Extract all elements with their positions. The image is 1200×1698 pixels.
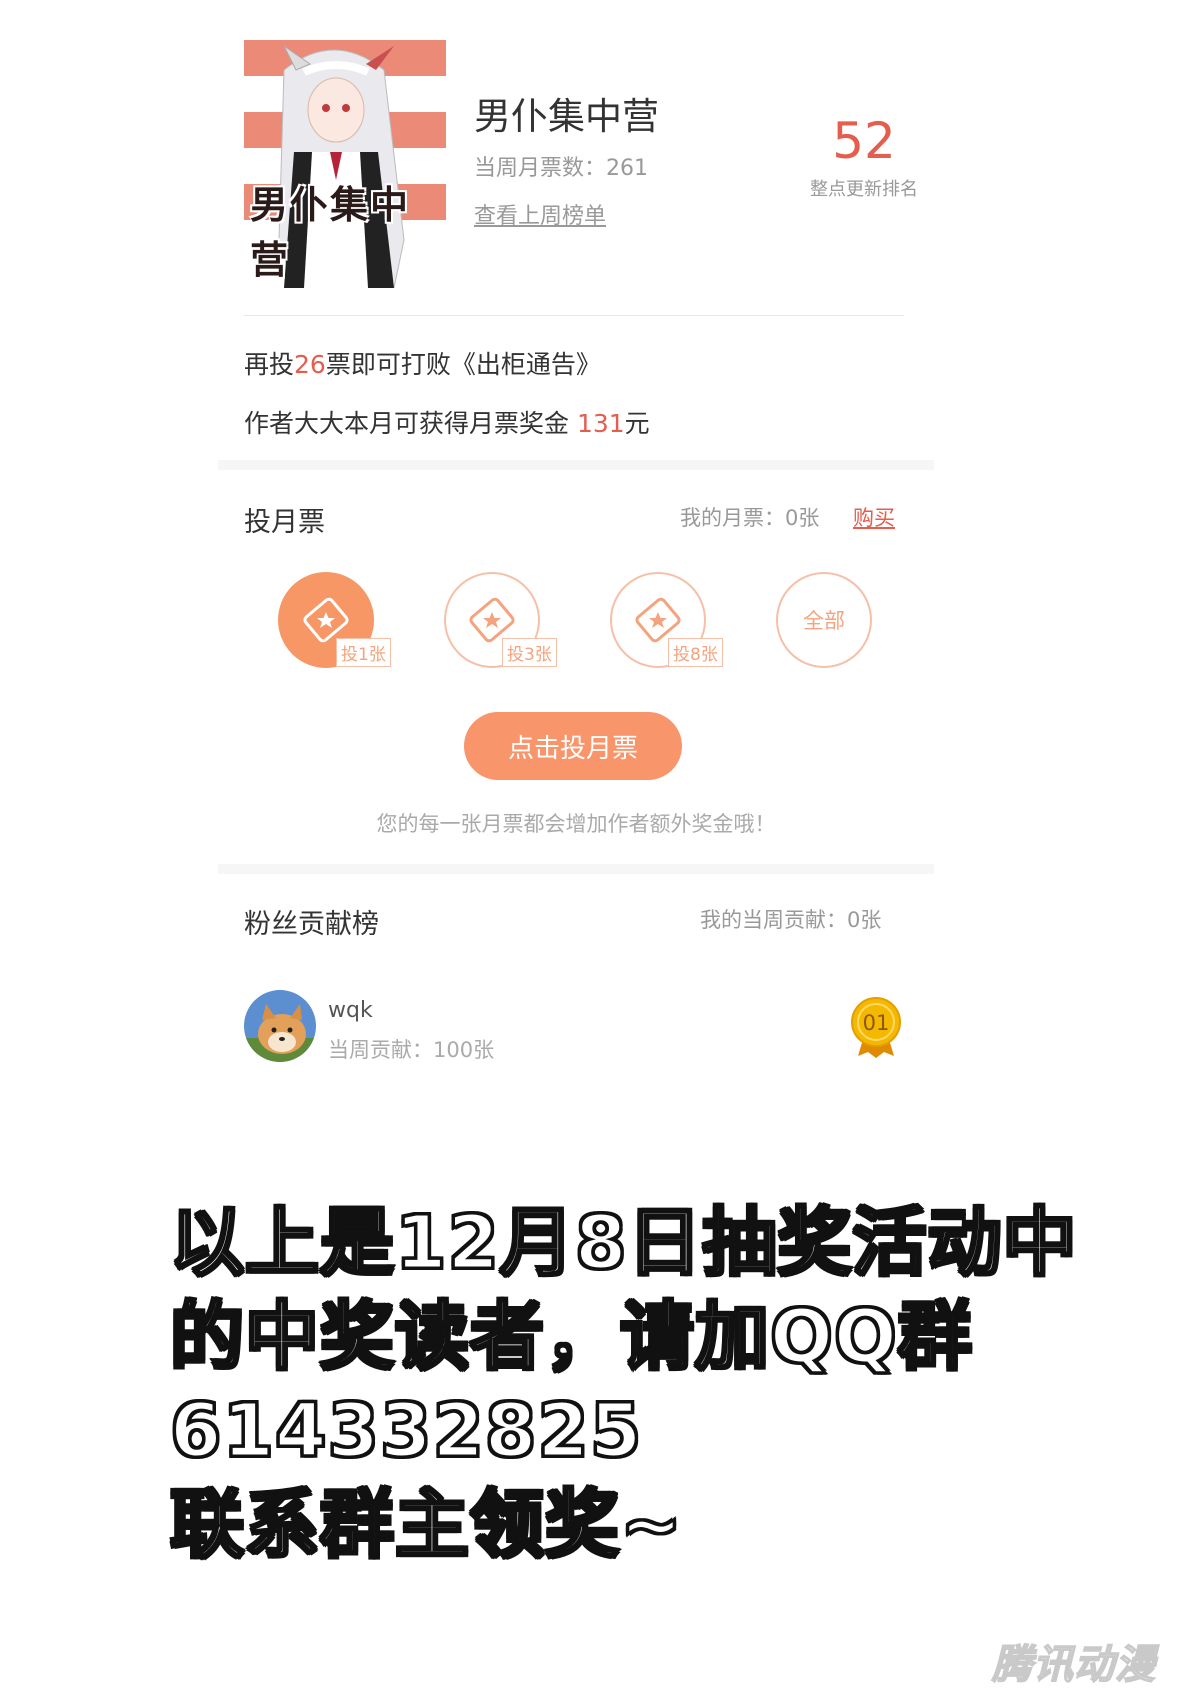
vote-badge: 投1张: [336, 638, 391, 667]
notice-text: 作者大大本月可获得月票奖金: [244, 409, 577, 438]
votes-needed: 26: [294, 350, 326, 379]
notice-beat-comic: 再投26票即可打败《出柜通告》: [244, 345, 601, 381]
my-tickets-count: 我的月票：0张: [680, 506, 820, 530]
my-weekly-contribution: 我的当周贡献：0张: [700, 908, 882, 932]
fan-name: wqk: [328, 998, 373, 1023]
comic-title: 男仆集中营: [474, 95, 659, 138]
notice-text: 票即可打败《出柜通告》: [325, 350, 601, 379]
gold-medal-icon: 01: [851, 997, 901, 1058]
notice-text: 元: [624, 409, 650, 438]
announcement-line: 614332825: [169, 1387, 643, 1476]
watermark-logo: 腾讯动漫: [991, 1641, 1156, 1689]
fans-ranking-title: 粉丝贡献榜: [244, 909, 379, 940]
announcement-line: 联系群主领奖~: [169, 1481, 684, 1570]
avatar[interactable]: [244, 990, 316, 1062]
rank-caption: 整点更新排名: [810, 179, 918, 200]
vote-option-1[interactable]: 投1张: [278, 572, 391, 668]
buy-tickets-link[interactable]: 购买: [853, 502, 895, 532]
bonus-amount: 131: [576, 409, 625, 438]
comic-header: 男仆集中营 男仆集中营 当周月票数：261 查看上周榜单 52 整点更新排名: [244, 40, 918, 290]
last-week-ranking-link[interactable]: 查看上周榜单: [474, 198, 606, 230]
announcement-line: 以上是12月8日抽奖活动中: [169, 1199, 1078, 1288]
cover-title-text: 男仆集中营: [250, 183, 411, 282]
notice-author-bonus: 作者大大本月可获得月票奖金 131元: [244, 404, 650, 440]
shiba-avatar-image: [244, 990, 316, 1062]
weekly-votes-count: 当周月票数：261: [474, 156, 648, 181]
section-separator: [218, 460, 934, 470]
vote-hint: 您的每一张月票都会增加作者额外奖金哦！: [376, 812, 776, 836]
section-separator: [218, 864, 934, 874]
vote-option-8[interactable]: 投8张: [610, 572, 723, 668]
rank-number: 52: [832, 112, 896, 170]
winner-announcement: 以上是12月8日抽奖活动中 的中奖读者，请加QQ群 614332825 联系群主…: [169, 1196, 1078, 1572]
vote-option-all[interactable]: 全部: [776, 572, 872, 668]
comic-cover-image[interactable]: 男仆集中营: [244, 40, 446, 288]
vote-option-3[interactable]: 投3张: [444, 572, 557, 668]
vote-badge: 投3张: [502, 638, 557, 667]
announcement-line: 的中奖读者，请加QQ群: [169, 1293, 974, 1382]
medal-rank: 01: [863, 1011, 890, 1035]
vote-badge: 投8张: [668, 638, 723, 667]
vote-section-title: 投月票: [244, 507, 325, 538]
notice-text: 再投: [244, 350, 295, 379]
header-divider: [244, 315, 904, 316]
fan-contribution: 当周贡献：100张: [328, 1038, 495, 1062]
submit-vote-button[interactable]: 点击投月票: [464, 712, 682, 780]
vote-all-label: 全部: [803, 609, 845, 633]
